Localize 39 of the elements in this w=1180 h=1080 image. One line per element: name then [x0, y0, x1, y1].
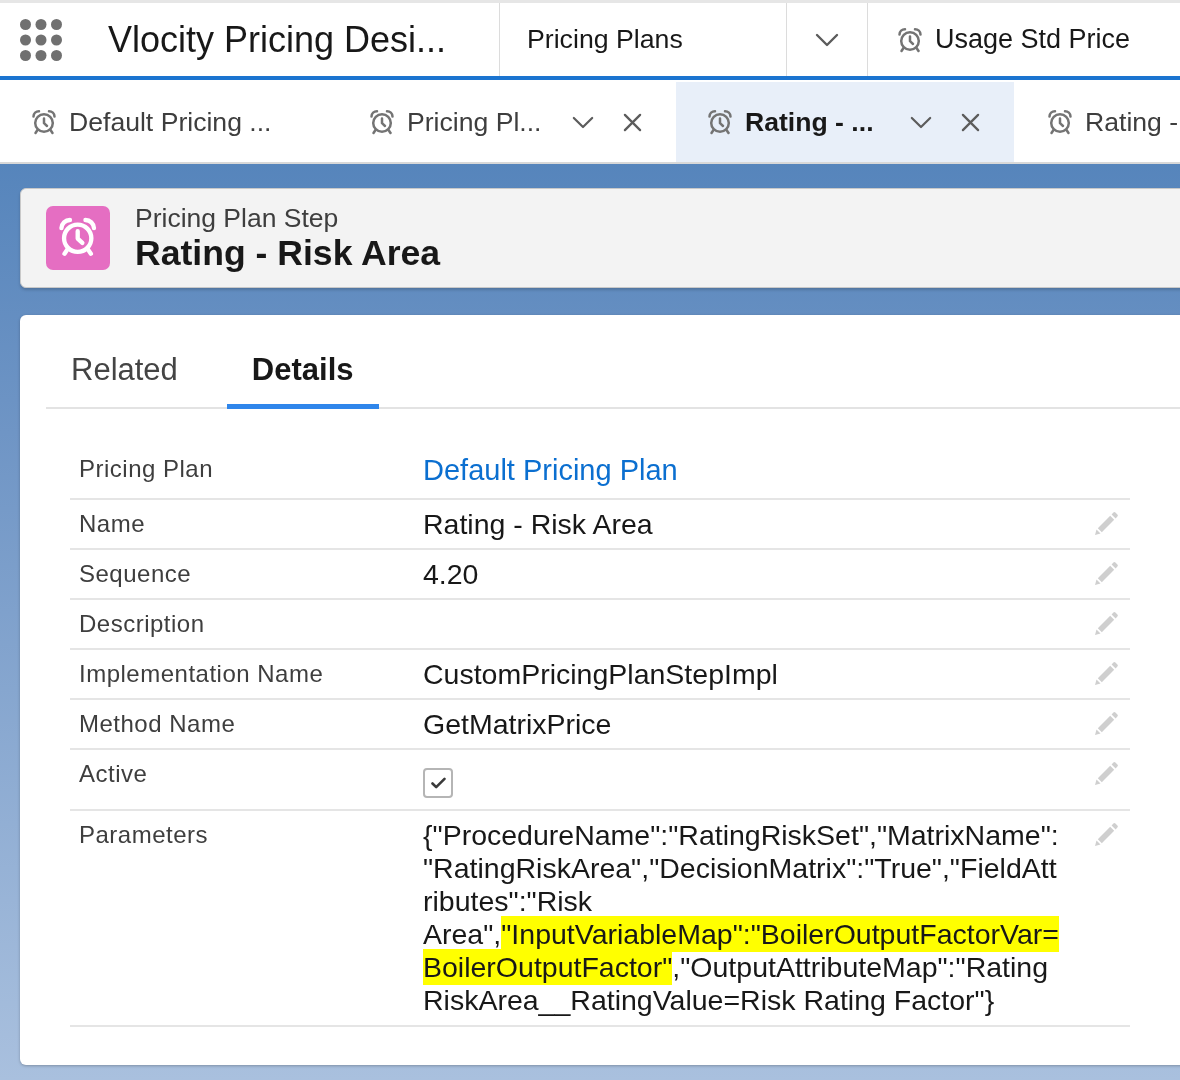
record-title: Rating - Risk Area [135, 233, 441, 273]
alarm-clock-icon [30, 108, 58, 136]
chevron-icon[interactable] [815, 32, 839, 47]
chevron-icon[interactable] [572, 115, 594, 129]
record-section-tab[interactable]: Related [46, 335, 203, 409]
active-checkbox[interactable] [423, 768, 453, 798]
parameters-value: {"ProcedureName":"RatingRiskSet","MatrixName":"RatingRiskArea","DecisionMatrix":"True","FieldAttributes":"Risk Area","InputVariableMap":"BoilerOutputFactorVar=BoilerOutputFactor","OutputAttributeMap":"RatingRiskArea__RatingValue=Risk Rating Factor"} [423, 819, 1060, 1017]
field-value: CustomPricingPlanStepImpl [423, 658, 779, 690]
alarm-clock-icon [46, 206, 110, 270]
object-type: Pricing Plan Step [135, 203, 340, 233]
field-value: Rating - Risk Area [423, 508, 654, 540]
workspace-tab[interactable]: Rating - [1014, 82, 1179, 162]
alarm-clock-icon [896, 25, 924, 54]
workspace-tab[interactable]: Pricing Pl... [338, 82, 676, 162]
app-launcher-icon[interactable] [20, 18, 62, 61]
app-name: Vlocity Pricing Desi... [108, 18, 447, 61]
field-label: Active [78, 759, 149, 789]
alarm-clock-icon [706, 108, 734, 136]
alarm-clock-icon [1046, 108, 1074, 136]
record-section-tab[interactable]: Details [226, 335, 379, 409]
close-icon[interactable] [623, 112, 642, 132]
check-icon [430, 777, 446, 789]
field-label: Parameters [78, 820, 210, 850]
field-label: Implementation Name [78, 659, 325, 689]
workspace-tab[interactable]: Default Pricing ... [0, 82, 338, 162]
field-value: 4.20 [423, 558, 480, 590]
workspace-tab[interactable]: Rating - ... [676, 82, 1014, 162]
field-label: Name [78, 509, 147, 539]
field-label: Description [78, 609, 206, 639]
alarm-clock-icon [368, 108, 396, 136]
chevron-icon[interactable] [910, 115, 932, 129]
close-icon[interactable] [961, 112, 980, 132]
field-label: Method Name [78, 709, 237, 739]
field-label: Pricing Plan [78, 454, 215, 484]
pricing-plan-link[interactable]: Default Pricing Plan [423, 453, 678, 487]
navigation-menu[interactable]: Pricing Plans [527, 24, 683, 55]
record-tab[interactable]: Usage Std Price [896, 24, 1131, 55]
field-value: GetMatrixPrice [423, 708, 613, 740]
field-label: Sequence [78, 559, 193, 589]
